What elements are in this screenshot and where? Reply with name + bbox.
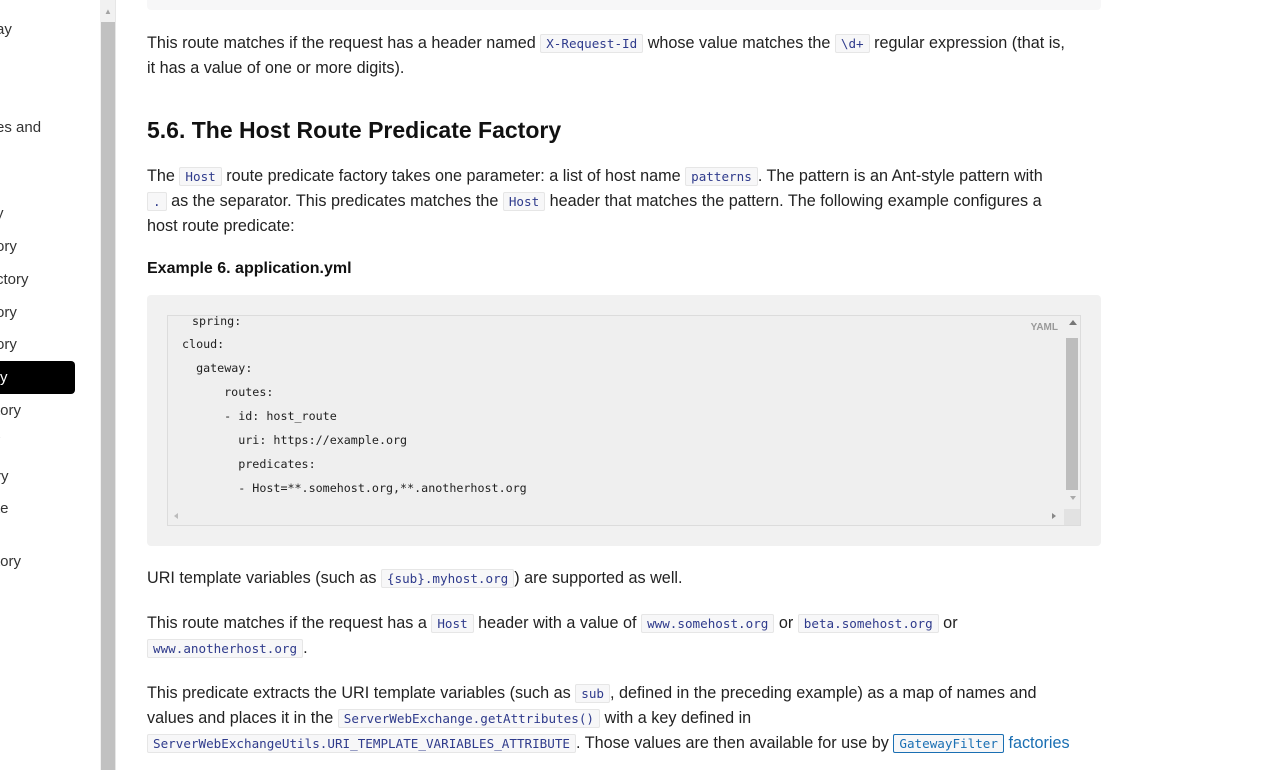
scroll-left-arrow-icon[interactable] — [174, 513, 178, 519]
toc-item[interactable]: ctory — [0, 270, 29, 290]
inline-code: GatewayFilter — [893, 734, 1004, 753]
inline-code: Host — [502, 192, 546, 211]
inline-code: ServerWebExchangeUtils.URI_TEMPLATE_VARI… — [147, 734, 577, 753]
toc-item[interactable]: es and — [0, 118, 41, 138]
code-line: gateway: — [182, 361, 253, 375]
code-vertical-scrollbar[interactable] — [1064, 316, 1080, 509]
toc-item-active[interactable]: y — [0, 361, 75, 394]
code-line: cloud: — [182, 337, 225, 351]
inline-code: beta.somehost.org — [797, 614, 939, 633]
toc-item[interactable]: ory — [0, 237, 17, 257]
scrollbar-thumb[interactable] — [101, 22, 115, 770]
scrollbar-thumb[interactable] — [1066, 338, 1078, 490]
code-line: spring: — [192, 314, 242, 328]
toc-item[interactable]: ory — [0, 303, 17, 323]
paragraph: This route matches if the request has a … — [147, 34, 1065, 77]
toc-item[interactable]: te — [0, 499, 9, 519]
inline-code: www.somehost.org — [641, 614, 775, 633]
scroll-up-arrow-icon[interactable] — [1069, 320, 1077, 325]
code-block[interactable]: spring: cloud: gateway: routes: - id: ho… — [167, 314, 1081, 526]
inline-code: ServerWebExchange.getAttributes() — [337, 709, 600, 728]
code-line: - id: host_route — [196, 409, 337, 423]
code-line: predicates: — [196, 457, 316, 471]
toc-item[interactable]: ay — [0, 20, 12, 40]
inline-code: \d+ — [834, 34, 870, 53]
paragraph: URI template variables (such as {sub}.my… — [147, 569, 683, 588]
inline-code: Host — [431, 614, 474, 633]
inline-code: patterns — [685, 167, 758, 186]
sidebar-scrollbar[interactable]: ▲ — [100, 0, 116, 770]
inline-code: {sub}.myhost.org — [380, 569, 515, 588]
inline-code: X-Request-Id — [540, 34, 644, 53]
paragraph: The Host route predicate factory takes o… — [147, 167, 1043, 235]
inline-code: sub — [575, 684, 610, 703]
toc-item[interactable]: ry — [0, 467, 9, 487]
scrollbar-corner — [1064, 509, 1080, 525]
toc-item[interactable]: tory — [0, 401, 21, 421]
gateway-filter-factories-link[interactable]: GatewayFilter factories — [893, 734, 1070, 753]
example-title: Example 6. application.yml — [147, 260, 352, 277]
toc-item[interactable]: y — [0, 204, 4, 224]
toc-item[interactable]: tory — [0, 552, 21, 572]
code-language-label: YAML — [1030, 322, 1058, 333]
toc-sidebar: ay es and y ory ctory ory ory y tory / r… — [0, 0, 100, 770]
paragraph: This predicate extracts the URI template… — [147, 684, 1070, 753]
inline-code: www.anotherhost.org — [147, 639, 304, 658]
section-title: 5.6. The Host Route Predicate Factory — [147, 117, 562, 143]
scroll-right-arrow-icon[interactable] — [1052, 513, 1056, 519]
code-line: - Host=**.somehost.org,**.anotherhost.or… — [196, 481, 527, 495]
listing-block: spring: cloud: gateway: routes: - id: ho… — [147, 295, 1101, 546]
code-line: uri: https://example.org — [196, 433, 408, 447]
scroll-up-arrow-icon[interactable]: ▲ — [100, 4, 116, 20]
toc-item-label: y — [0, 369, 8, 386]
paragraph: This route matches if the request has a … — [147, 614, 958, 658]
scroll-down-arrow-icon[interactable] — [1070, 496, 1076, 500]
inline-code: . — [147, 192, 167, 211]
toc-item[interactable]: ory — [0, 335, 17, 355]
inline-code: Host — [179, 167, 222, 186]
previous-code-block — [147, 0, 1101, 10]
code-line: routes: — [196, 385, 274, 399]
